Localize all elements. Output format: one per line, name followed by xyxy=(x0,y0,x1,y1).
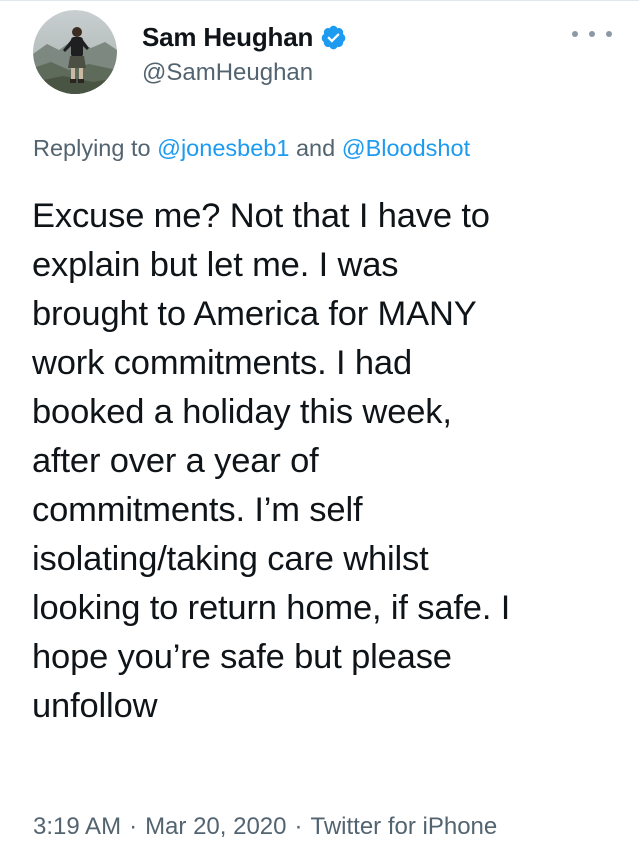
author-avatar[interactable] xyxy=(33,10,117,94)
meta-separator: · xyxy=(129,813,138,840)
mention-link-bloodshot[interactable]: @Bloodshot xyxy=(342,135,470,161)
tweet-text-line: unfollow xyxy=(32,687,158,725)
tweet-text-line: explain but let me. I was xyxy=(32,246,399,284)
tweet-text-line: booked a holiday this week, xyxy=(32,393,452,431)
ellipsis-dot xyxy=(589,31,595,37)
mention-link-jonesbeb1[interactable]: @jonesbeb1 xyxy=(157,135,289,161)
top-divider xyxy=(0,0,639,1)
tweet-text-line: brought to America for MANY xyxy=(32,295,477,333)
tweet-text-line: Excuse me? Not that I have to xyxy=(32,197,490,235)
tweet-text: Excuse me? Not that I have to explain bu… xyxy=(32,192,612,731)
tweet-text-line: isolating/taking care whilst xyxy=(32,540,429,578)
ellipsis-dot xyxy=(606,31,612,37)
tweet-text-line: after over a year of xyxy=(32,442,319,480)
replying-to-joiner: and xyxy=(289,135,342,161)
replying-to-label: Replying to xyxy=(33,135,158,161)
tweet-text-line: commitments. I’m self xyxy=(32,491,363,529)
tweet-text-line: hope you’re safe but please xyxy=(32,638,452,676)
tweet-text-line: looking to return home, if safe. I xyxy=(32,589,511,627)
replying-to-line: Replying to @jonesbeb1 and @Bloodshot xyxy=(33,135,470,162)
author-display-name[interactable]: Sam Heughan xyxy=(142,22,313,53)
tweet-timestamp[interactable]: 3:19 AM xyxy=(33,813,121,840)
tweet-text-line: work commitments. I had xyxy=(32,344,412,382)
tweet-date[interactable]: Mar 20, 2020 xyxy=(145,813,286,840)
ellipsis-dot xyxy=(572,31,578,37)
author-handle[interactable]: @SamHeughan xyxy=(142,59,313,87)
verified-badge-icon xyxy=(321,25,346,49)
ellipsis-icon[interactable] xyxy=(572,24,612,44)
tweet-source-link[interactable]: Twitter for iPhone xyxy=(310,813,497,840)
author-name-row[interactable]: Sam Heughan xyxy=(142,20,347,54)
meta-separator: · xyxy=(294,813,303,840)
tweet-meta: 3:19 AM · Mar 20, 2020 · Twitter for iPhone xyxy=(33,813,497,841)
